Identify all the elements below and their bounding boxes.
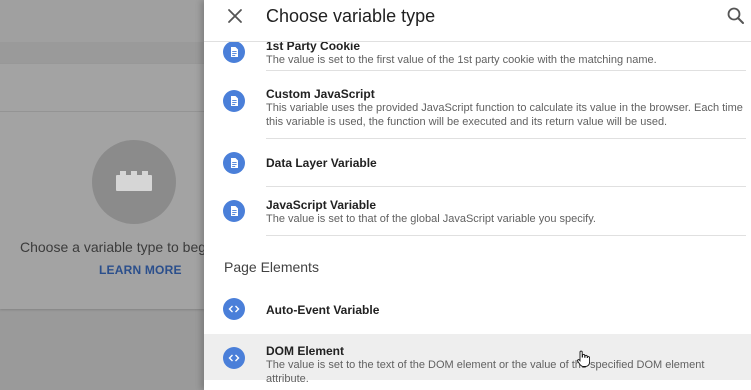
learn-more-link[interactable]: LEARN MORE: [99, 263, 182, 277]
variable-type-list: 1st Party Cookie The value is set to the…: [204, 0, 751, 390]
empty-state-text: Choose a variable type to begin: [20, 239, 217, 255]
list-item-javascript-variable[interactable]: JavaScript Variable The value is set to …: [204, 187, 751, 236]
background-toolbar: [0, 0, 204, 42]
panel-title: Choose variable type: [266, 6, 436, 26]
search-icon[interactable]: [726, 6, 746, 26]
item-name: JavaScript Variable: [266, 198, 377, 212]
hand-cursor-icon: [576, 350, 591, 368]
document-icon: [223, 90, 245, 112]
item-description: The value is set to the text of the DOM …: [266, 359, 705, 385]
background-workspace: Choose a variable type to begin LEARN MO…: [0, 0, 217, 390]
document-icon: [223, 41, 245, 63]
list-item-auto-event-variable[interactable]: Auto-Event Variable: [204, 286, 751, 333]
list-item-custom-javascript[interactable]: Custom JavaScript This variable uses the…: [204, 86, 751, 139]
item-description: This variable uses the provided JavaScri…: [266, 102, 743, 128]
item-name: Auto-Event Variable: [266, 303, 380, 317]
code-icon: [223, 347, 245, 369]
list-item-dom-element[interactable]: DOM Element The value is set to the text…: [204, 334, 751, 385]
divider: [266, 235, 746, 236]
choose-variable-type-panel: 1st Party Cookie The value is set to the…: [204, 0, 751, 390]
item-name: DOM Element: [266, 344, 345, 358]
section-header-page-elements: Page Elements: [224, 259, 319, 275]
item-name: Custom JavaScript: [266, 87, 375, 101]
item-description: The value is set to that of the global J…: [266, 213, 596, 225]
card-divider: [0, 111, 204, 112]
code-icon: [223, 298, 245, 320]
list-item-data-layer-variable[interactable]: Data Layer Variable: [204, 139, 751, 187]
panel-header: Choose variable type: [204, 0, 751, 42]
divider: [266, 70, 746, 71]
close-icon[interactable]: [224, 5, 246, 27]
item-name: Data Layer Variable: [266, 156, 377, 170]
brick-icon: [116, 171, 152, 191]
document-icon: [223, 200, 245, 222]
document-icon: [223, 152, 245, 174]
item-description: The value is set to the first value of t…: [266, 54, 657, 66]
